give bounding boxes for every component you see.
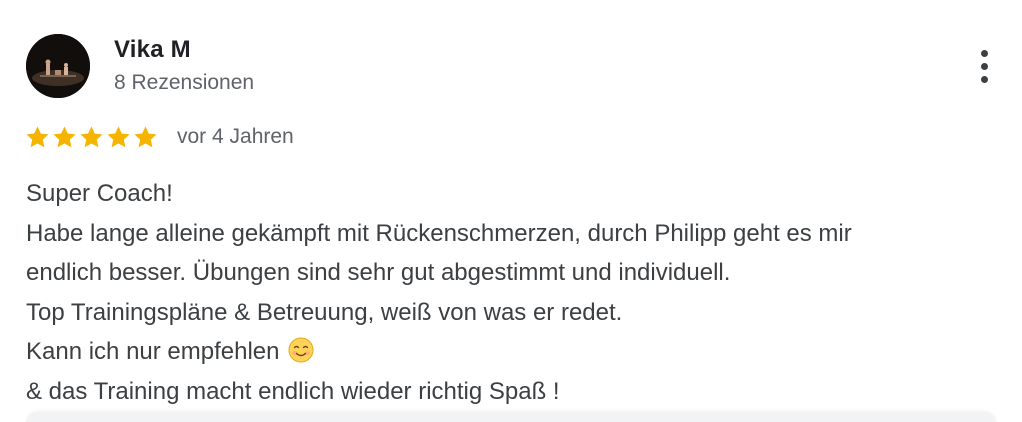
review-text: Super Coach! Habe lange alleine gekämpft… bbox=[26, 174, 1016, 411]
review-text-line: Top Trainingspläne & Betreuung, weiß von… bbox=[26, 298, 623, 326]
vertical-dots-icon bbox=[980, 49, 988, 57]
next-card-edge bbox=[26, 412, 996, 422]
review-text-line: Kann ich nur empfehlen bbox=[26, 338, 280, 365]
more-options-button[interactable] bbox=[966, 44, 1002, 88]
reviewer-name[interactable]: Vika M bbox=[114, 36, 191, 64]
star-icon bbox=[26, 125, 49, 147]
review-text-line: Habe lange alleine gekämpft mit Rückensc… bbox=[26, 219, 852, 247]
review-text-line: endlich besser. Übungen sind sehr gut ab… bbox=[26, 259, 731, 286]
review-text-line: & das Training macht endlich wieder rich… bbox=[26, 377, 560, 405]
vertical-dots-icon bbox=[980, 75, 988, 83]
review-text-line: Super Coach! bbox=[26, 180, 173, 207]
star-icon bbox=[107, 125, 130, 147]
review-card: Vika M 8 Rezensionen vor 4 Jahren Super … bbox=[0, 0, 1022, 422]
smiling-face-icon bbox=[288, 337, 314, 363]
star-rating bbox=[24, 124, 159, 151]
avatar[interactable] bbox=[26, 34, 90, 98]
review-text-line-with-emoji: Kann ich nur empfehlen bbox=[26, 332, 1016, 372]
star-icon bbox=[53, 125, 76, 147]
review-count[interactable]: 8 Rezensionen bbox=[114, 71, 254, 95]
rating-row: vor 4 Jahren bbox=[24, 122, 294, 152]
review-date: vor 4 Jahren bbox=[177, 125, 294, 148]
vertical-dots-icon bbox=[980, 62, 988, 70]
avatar-photo-icon bbox=[26, 34, 90, 98]
star-icon bbox=[80, 125, 103, 147]
star-icon bbox=[134, 125, 157, 147]
